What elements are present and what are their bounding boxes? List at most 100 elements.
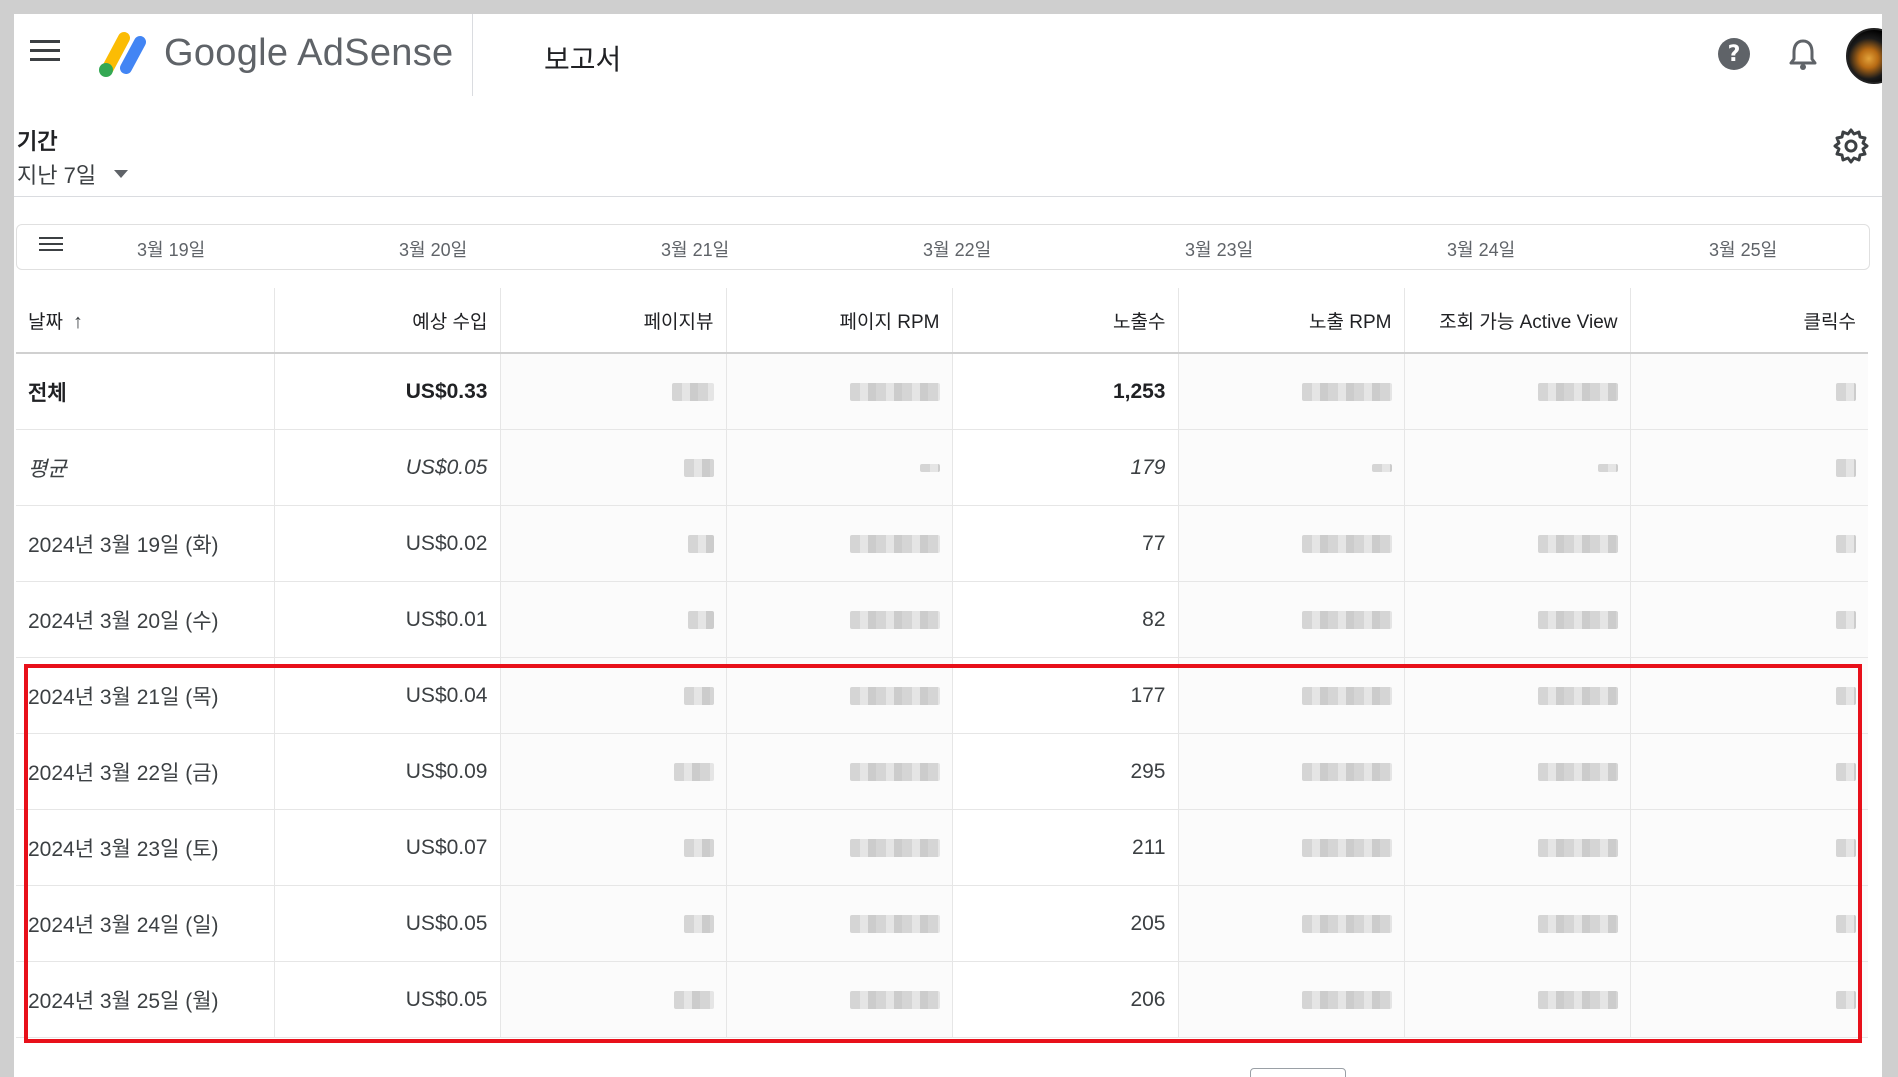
column-header-pageviews[interactable]: 페이지뷰 bbox=[500, 288, 727, 354]
row-date: 2024년 3월 21일 (목) bbox=[16, 657, 275, 734]
avatar[interactable] bbox=[1846, 28, 1882, 84]
page-title: 보고서 bbox=[544, 44, 622, 75]
table-row: 2024년 3월 23일 (토) US$0.07 211 bbox=[16, 809, 1868, 886]
menu-icon[interactable] bbox=[30, 36, 62, 68]
redacted-cell bbox=[1178, 581, 1405, 658]
row-earnings: US$0.05 bbox=[274, 885, 501, 962]
row-impressions: 206 bbox=[952, 961, 1179, 1038]
redacted-cell bbox=[1630, 505, 1868, 582]
help-icon[interactable]: ? bbox=[1714, 34, 1754, 74]
redacted-cell bbox=[726, 657, 953, 734]
row-earnings: US$0.09 bbox=[274, 733, 501, 810]
redacted-cell bbox=[1178, 809, 1405, 886]
row-earnings: US$0.01 bbox=[274, 581, 501, 658]
redacted-cell bbox=[1404, 809, 1631, 886]
period-dropdown[interactable]: 지난 7일 bbox=[17, 158, 129, 190]
redacted-cell bbox=[1630, 809, 1868, 886]
row-impressions: 179 bbox=[952, 429, 1179, 506]
row-impressions: 77 bbox=[952, 505, 1179, 582]
redacted-cell bbox=[1404, 733, 1631, 810]
header-divider bbox=[472, 14, 473, 96]
redacted-cell bbox=[1178, 429, 1405, 506]
redacted-cell bbox=[1178, 733, 1405, 810]
adsense-window: Google AdSense 보고서 ? 기간 지난 7일 3월 19일 3월 … bbox=[14, 14, 1882, 1077]
column-header-active-view[interactable]: 조회 가능 Active View bbox=[1404, 288, 1631, 354]
row-impressions: 82 bbox=[952, 581, 1179, 658]
list-icon[interactable] bbox=[39, 237, 63, 257]
column-header-impression-rpm[interactable]: 노출 RPM bbox=[1178, 288, 1405, 354]
table-row: 2024년 3월 25일 (월) US$0.05 206 bbox=[16, 961, 1868, 1038]
filter-bar: 기간 지난 7일 bbox=[14, 96, 1882, 197]
redacted-cell bbox=[726, 505, 953, 582]
redacted-cell bbox=[500, 429, 727, 506]
timeline-date: 3월 25일 bbox=[1709, 240, 1778, 260]
redacted-cell bbox=[500, 353, 727, 430]
redacted-cell bbox=[1404, 581, 1631, 658]
redacted-cell bbox=[1404, 885, 1631, 962]
table-row-total: 전체 US$0.33 1,253 bbox=[16, 353, 1868, 430]
table-row: 2024년 3월 21일 (목) US$0.04 177 bbox=[16, 657, 1868, 734]
bell-icon[interactable] bbox=[1783, 34, 1823, 74]
table-row-average: 평균 US$0.05 179 bbox=[16, 429, 1868, 506]
report-table: 날짜 ↑ 예상 수입 페이지뷰 페이지 RPM 노출수 노출 RPM 조회 가능 … bbox=[16, 288, 1868, 1038]
redacted-cell bbox=[1630, 961, 1868, 1038]
redacted-cell bbox=[500, 733, 727, 810]
redacted-cell bbox=[1404, 657, 1631, 734]
timeline-date: 3월 23일 bbox=[1185, 240, 1254, 260]
redacted-cell bbox=[1630, 885, 1868, 962]
table-row: 2024년 3월 19일 (화) US$0.02 77 bbox=[16, 505, 1868, 582]
timeline-date: 3월 22일 bbox=[923, 240, 992, 260]
column-header-page-rpm[interactable]: 페이지 RPM bbox=[726, 288, 953, 354]
redacted-cell bbox=[726, 885, 953, 962]
redacted-cell bbox=[1404, 961, 1631, 1038]
table-row: 2024년 3월 24일 (일) US$0.05 205 bbox=[16, 885, 1868, 962]
top-app-bar: Google AdSense 보고서 ? bbox=[14, 14, 1882, 97]
pagination-footer bbox=[14, 1054, 1882, 1077]
row-impressions: 177 bbox=[952, 657, 1179, 734]
product-name[interactable]: Google AdSense bbox=[164, 32, 453, 75]
table-row: 2024년 3월 22일 (금) US$0.09 295 bbox=[16, 733, 1868, 810]
column-header-earnings[interactable]: 예상 수입 bbox=[274, 288, 501, 354]
row-date: 2024년 3월 24일 (일) bbox=[16, 885, 275, 962]
redacted-cell bbox=[500, 505, 727, 582]
column-header-clicks[interactable]: 클릭수 bbox=[1630, 288, 1868, 354]
redacted-cell bbox=[726, 961, 953, 1038]
row-earnings: US$0.02 bbox=[274, 505, 501, 582]
redacted-cell bbox=[1178, 885, 1405, 962]
redacted-cell bbox=[500, 809, 727, 886]
timeline-date: 3월 21일 bbox=[661, 240, 730, 260]
redacted-cell bbox=[500, 581, 727, 658]
row-date: 평균 bbox=[16, 429, 275, 506]
redacted-cell bbox=[726, 429, 953, 506]
redacted-cell bbox=[1630, 657, 1868, 734]
redacted-cell bbox=[726, 809, 953, 886]
sort-arrow-up-icon[interactable]: ↑ bbox=[73, 311, 83, 334]
table-header-row: 날짜 ↑ 예상 수입 페이지뷰 페이지 RPM 노출수 노출 RPM 조회 가능 … bbox=[16, 288, 1868, 354]
row-date: 2024년 3월 22일 (금) bbox=[16, 733, 275, 810]
period-value: 지난 7일 bbox=[17, 163, 97, 188]
row-impressions: 211 bbox=[952, 809, 1179, 886]
redacted-cell bbox=[1178, 657, 1405, 734]
redacted-cell bbox=[726, 353, 953, 430]
row-earnings: US$0.04 bbox=[274, 657, 501, 734]
gear-icon[interactable] bbox=[1831, 126, 1871, 166]
redacted-cell bbox=[500, 657, 727, 734]
redacted-cell bbox=[1178, 505, 1405, 582]
redacted-cell bbox=[500, 885, 727, 962]
redacted-cell bbox=[500, 961, 727, 1038]
row-earnings: US$0.07 bbox=[274, 809, 501, 886]
adsense-logo-icon bbox=[99, 32, 146, 77]
column-header-impressions[interactable]: 노출수 bbox=[952, 288, 1179, 354]
redacted-cell bbox=[1630, 353, 1868, 430]
row-earnings: US$0.05 bbox=[274, 961, 501, 1038]
row-date: 2024년 3월 19일 (화) bbox=[16, 505, 275, 582]
rows-per-page-select[interactable] bbox=[1250, 1068, 1346, 1077]
row-date: 2024년 3월 23일 (토) bbox=[16, 809, 275, 886]
caret-down-icon bbox=[114, 170, 129, 178]
row-date: 전체 bbox=[16, 353, 275, 430]
row-earnings: US$0.05 bbox=[274, 429, 501, 506]
column-header-date[interactable]: 날짜 ↑ bbox=[16, 288, 275, 354]
row-impressions: 295 bbox=[952, 733, 1179, 810]
table-row: 2024년 3월 20일 (수) US$0.01 82 bbox=[16, 581, 1868, 658]
redacted-cell bbox=[1630, 581, 1868, 658]
